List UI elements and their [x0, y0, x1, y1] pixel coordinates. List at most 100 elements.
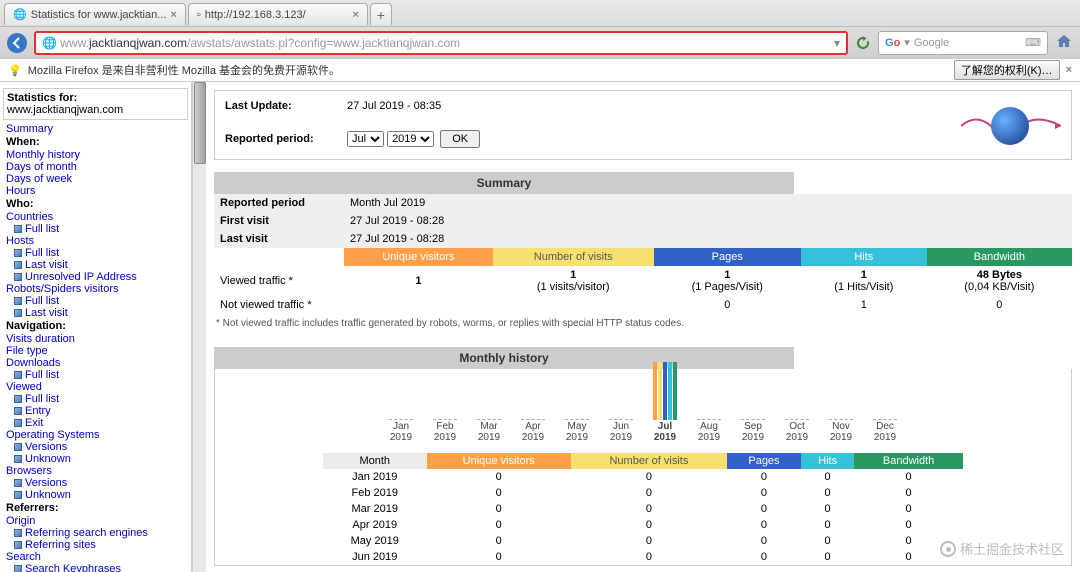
search-box[interactable]: Go ▾ Google ⌨ — [878, 31, 1048, 55]
sidebar-sublink[interactable]: Full list — [25, 295, 59, 307]
sidebar-sublink[interactable]: Exit — [25, 417, 43, 429]
sidebar-link[interactable]: Monthly history — [6, 149, 80, 161]
tab-2[interactable]: ▫ http://192.168.3.123/ × — [188, 3, 368, 25]
chart-label: Dec2019 — [874, 421, 896, 443]
refresh-button[interactable] — [854, 34, 872, 52]
sidebar-sublink[interactable]: Referring sites — [25, 539, 96, 551]
chart-label: Nov2019 — [830, 421, 852, 443]
sidebar-sublink[interactable]: Unknown — [25, 489, 71, 501]
sidebar-link[interactable]: Operating Systems — [6, 429, 100, 441]
ok-button[interactable]: OK — [440, 130, 480, 148]
top-panel: Last Update: 27 Jul 2019 - 08:35 Reporte… — [214, 90, 1072, 160]
home-button[interactable] — [1054, 31, 1074, 54]
viewed-ht-sub: (1 Hits/Visit) — [834, 281, 893, 293]
year-select[interactable]: 2019 — [387, 131, 434, 147]
sidebar-link[interactable]: Viewed — [6, 381, 42, 393]
google-icon: Go — [885, 37, 900, 49]
close-icon[interactable]: × — [352, 9, 358, 21]
notviewed-nv — [493, 296, 654, 314]
mh-hdr-nv: Number of visits — [571, 453, 727, 469]
dropdown-icon[interactable]: ▾ — [834, 36, 840, 50]
sidebar-sublink[interactable]: Referring search engines — [25, 527, 148, 539]
sidebar-link[interactable]: Countries — [6, 211, 53, 223]
tab-1[interactable]: 🌐 Statistics for www.jacktian... × — [4, 3, 186, 25]
bullet-icon — [14, 529, 22, 537]
chart-column: Jun2019 — [609, 360, 633, 443]
sidebar-link[interactable]: Robots/Spiders visitors — [6, 283, 119, 295]
sidebar-link[interactable]: File type — [6, 345, 48, 357]
close-icon[interactable]: × — [1066, 64, 1072, 76]
chart-column: Sep2019 — [741, 360, 765, 443]
chart-label: Mar2019 — [478, 421, 500, 443]
sidebar-heading: Navigation: — [0, 319, 191, 333]
last-visit-lbl: Last visit — [214, 230, 344, 248]
sidebar-link[interactable]: Days of week — [6, 173, 72, 185]
rights-button[interactable]: 了解您的权利(K)… — [954, 60, 1060, 80]
sidebar-sublink[interactable]: Entry — [25, 405, 51, 417]
hdr-bandwidth: Bandwidth — [927, 248, 1072, 266]
sidebar-link[interactable]: Hours — [6, 185, 35, 197]
chart-column: Dec2019 — [873, 360, 897, 443]
sidebar-sublink[interactable]: Search Keyphrases — [25, 563, 121, 572]
bullet-icon — [14, 297, 22, 305]
sidebar-sublink[interactable]: Versions — [25, 477, 67, 489]
sidebar-sublink[interactable]: Last visit — [25, 307, 68, 319]
main-area: Last Update: 27 Jul 2019 - 08:35 Reporte… — [206, 82, 1080, 572]
bullet-icon — [14, 273, 22, 281]
dropdown-icon[interactable]: ▾ — [904, 36, 910, 49]
sidebar-link[interactable]: Browsers — [6, 465, 52, 477]
hdr-visits: Number of visits — [493, 248, 654, 266]
tab-strip: 🌐 Statistics for www.jacktian... × ▫ htt… — [0, 0, 1080, 26]
back-button[interactable] — [6, 32, 28, 54]
sidebar-link[interactable]: Origin — [6, 515, 35, 527]
chart-label: Jun2019 — [610, 421, 632, 443]
viewed-bw-sub: (0,04 KB/Visit) — [964, 281, 1034, 293]
sidebar-link[interactable]: Hosts — [6, 235, 34, 247]
sidebar-link[interactable]: Days of month — [6, 161, 77, 173]
sidebar-link[interactable]: Downloads — [6, 357, 60, 369]
sidebar-scrollbar[interactable] — [192, 82, 206, 572]
keyboard-icon[interactable]: ⌨ — [1025, 36, 1041, 49]
first-visit-val: 27 Jul 2019 - 08:28 — [344, 212, 1072, 230]
bullet-icon — [14, 541, 22, 549]
notviewed-pg: 0 — [654, 296, 801, 314]
sidebar-sublink[interactable]: Versions — [25, 441, 67, 453]
chart-column: May2019 — [565, 360, 589, 443]
bullet-icon — [14, 443, 22, 451]
monthly-chart: Jan2019Feb2019Mar2019Apr2019May2019Jun20… — [215, 369, 1071, 447]
info-bar: 💡 Mozilla Firefox 是来自非营利性 Mozilla 基金会的免费… — [0, 58, 1080, 82]
sidebar-sublink[interactable]: Unknown — [25, 453, 71, 465]
bullet-icon — [14, 371, 22, 379]
sidebar-sublink[interactable]: Last visit — [25, 259, 68, 271]
last-visit-val: 27 Jul 2019 - 08:28 — [344, 230, 1072, 248]
first-visit-lbl: First visit — [214, 212, 344, 230]
page-content: Statistics for: www.jacktianqjwan.com Su… — [0, 82, 1080, 572]
stats-for-label: Statistics for: — [7, 92, 184, 104]
url-input[interactable]: 🌐 www.jacktianqjwan.com/awstats/awstats.… — [34, 31, 848, 55]
monthly-table: Month Unique visitors Number of visits P… — [323, 453, 963, 565]
viewed-nv: 1 — [570, 269, 576, 281]
new-tab-button[interactable]: + — [370, 3, 392, 25]
monthly-section: Monthly history Jan2019Feb2019Mar2019Apr… — [214, 347, 1072, 566]
bullet-icon — [14, 249, 22, 257]
sidebar-sublink[interactable]: Full list — [25, 223, 59, 235]
globe-icon: 🌐 — [13, 8, 27, 21]
sidebar-sublink[interactable]: Full list — [25, 393, 59, 405]
sidebar-sublink[interactable]: Unresolved IP Address — [25, 271, 137, 283]
sidebar-heading: When: — [0, 135, 191, 149]
site-icon: 🌐 — [42, 36, 57, 50]
sidebar-heading: Referrers: — [0, 501, 191, 515]
sidebar-sublink[interactable]: Full list — [25, 369, 59, 381]
sidebar-sublink[interactable]: Full list — [25, 247, 59, 259]
close-icon[interactable]: × — [170, 9, 176, 21]
last-update-label: Last Update: — [217, 93, 337, 120]
reported-period-label: Reported period: — [217, 122, 337, 157]
scrollbar-thumb[interactable] — [194, 82, 206, 164]
sidebar-link[interactable]: Search — [6, 551, 41, 563]
hdr-pages: Pages — [654, 248, 801, 266]
mh-hdr-bw: Bandwidth — [854, 453, 963, 469]
bullet-icon — [14, 455, 22, 463]
sidebar-link[interactable]: Visits duration — [6, 333, 75, 345]
month-select[interactable]: Jul — [347, 131, 384, 147]
sidebar-link[interactable]: Summary — [6, 123, 53, 135]
